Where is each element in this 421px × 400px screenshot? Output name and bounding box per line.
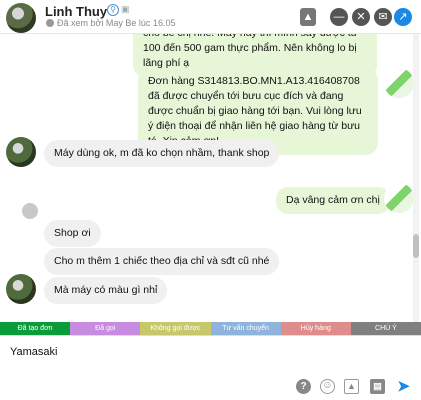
message-bubble: Shop ơi [44,220,101,247]
chat-header: Linh Thuy ⚲ ▣ Đã xem bởi May Be lúc 16.0… [0,0,421,34]
share-button[interactable]: ↗ [394,8,412,26]
message-bubble: Cho m thêm 1 chiếc theo địa chỉ và sđt c… [44,248,280,275]
tag-no-answer[interactable]: Không gọi được [140,322,211,335]
contact-name[interactable]: Linh Thuy [45,4,107,19]
tag-cancel[interactable]: Hủy hàng [280,322,351,335]
help-icon[interactable]: ? [296,379,311,394]
shop-icon: ▣ [121,4,130,14]
link-icon[interactable]: ⚲ [107,4,119,16]
shop-avatar [384,68,414,98]
tag-attention[interactable]: CHÚ Ý [350,322,421,335]
seen-text: Đã xem bởi May Be lúc 16.05 [57,18,176,28]
scrollbar[interactable] [413,34,419,322]
mail-button[interactable]: ✉ [374,8,392,26]
image-icon[interactable]: ▲ [344,379,359,394]
message-bubble: Mà máy có màu gì nhỉ [44,277,168,304]
message-input[interactable]: Yamasaki [10,346,57,358]
message-input-area[interactable]: Yamasaki ? ☺ ▲ ▤ ➤ [0,335,421,400]
scroll-thumb[interactable] [413,234,419,258]
message-bubble: Dạ vâng cảm ơn chị [276,187,390,214]
tag-transfer[interactable]: Tư vấn chuyển [210,322,281,335]
tag-bar: Đã tạo đơn Đã gọi Không gọi được Tư vấn … [0,322,421,335]
seen-status: Đã xem bởi May Be lúc 16.05 [46,18,175,28]
emoji-icon[interactable]: ☺ [320,379,335,394]
message-bubble: Máy dùng ok, m đã ko chọn nhầm, thank sh… [44,140,280,167]
seen-avatar [22,203,38,219]
contact-avatar[interactable] [6,3,36,33]
file-icon[interactable]: ▤ [370,379,385,394]
tag-created-order[interactable]: Đã tạo đơn [0,322,71,335]
contact-card-button[interactable]: ▲ [300,8,316,26]
customer-avatar [6,137,36,167]
minimize-button[interactable]: — [330,8,348,26]
tag-called[interactable]: Đã gọi [70,322,141,335]
chat-area[interactable]: cho bé chị nhé. Máy này thì mình sấy đượ… [0,34,421,322]
send-icon[interactable]: ➤ [396,379,411,394]
close-button[interactable]: ✕ [352,8,370,26]
customer-avatar [6,274,36,304]
shop-avatar [384,183,414,213]
seen-icon [46,19,54,27]
